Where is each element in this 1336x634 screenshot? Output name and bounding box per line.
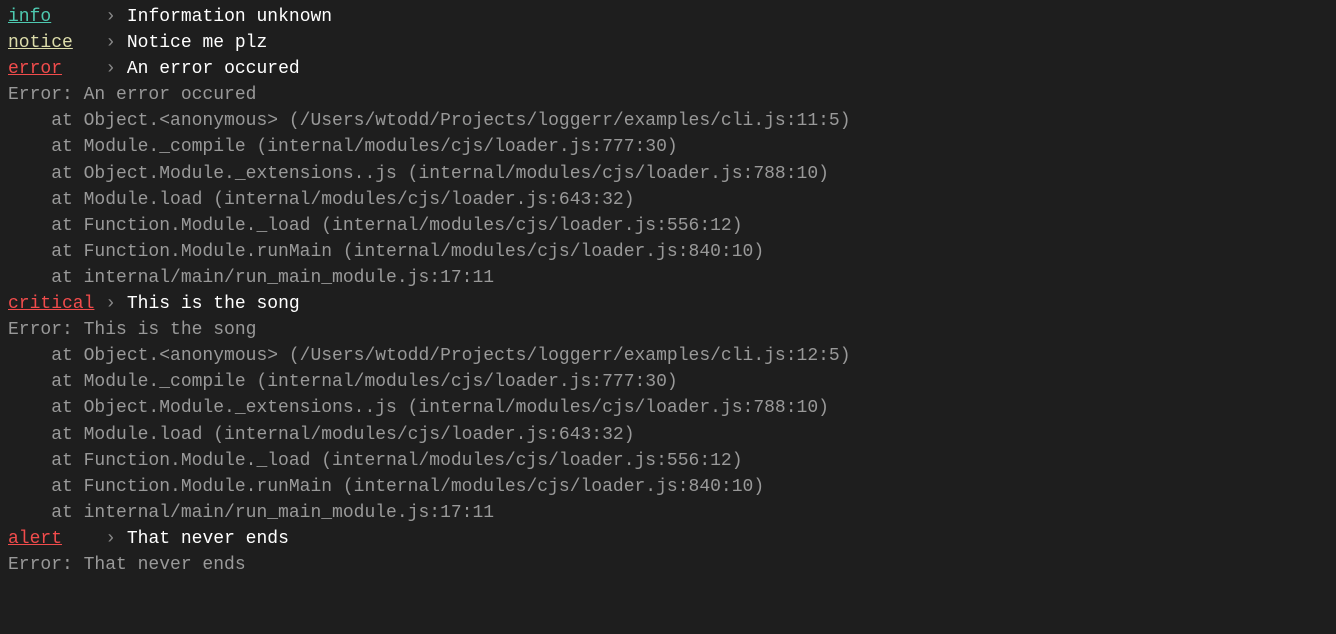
- log-entry: info › Information unknown: [8, 4, 1328, 30]
- stack-trace-line: at Object.Module._extensions..js (intern…: [8, 395, 1328, 421]
- arrow-icon: ›: [105, 529, 116, 549]
- log-level-alert: alert: [8, 526, 62, 552]
- log-entry: alert › That never ends: [8, 526, 1328, 552]
- arrow-icon: ›: [105, 294, 116, 314]
- stack-trace-line: at Object.<anonymous> (/Users/wtodd/Proj…: [8, 108, 1328, 134]
- log-entry: critical › This is the song: [8, 291, 1328, 317]
- arrow-icon: ›: [105, 59, 116, 79]
- log-level-critical: critical: [8, 291, 94, 317]
- stack-trace-line: at Object.<anonymous> (/Users/wtodd/Proj…: [8, 343, 1328, 369]
- log-message: Information unknown: [127, 7, 332, 27]
- log-message: This is the song: [127, 294, 300, 314]
- stack-trace-line: Error: An error occured: [8, 82, 1328, 108]
- log-message: Notice me plz: [127, 33, 267, 53]
- log-level-info: info: [8, 4, 51, 30]
- stack-trace-line: at internal/main/run_main_module.js:17:1…: [8, 265, 1328, 291]
- stack-trace-line: at Module._compile (internal/modules/cjs…: [8, 134, 1328, 160]
- arrow-icon: ›: [105, 33, 116, 53]
- stack-trace-line: at Function.Module.runMain (internal/mod…: [8, 474, 1328, 500]
- log-level-error: error: [8, 56, 62, 82]
- log-entry: notice › Notice me plz: [8, 30, 1328, 56]
- stack-trace-line: at Function.Module._load (internal/modul…: [8, 213, 1328, 239]
- stack-trace-line: at Module.load (internal/modules/cjs/loa…: [8, 187, 1328, 213]
- stack-trace-line: Error: That never ends: [8, 552, 1328, 578]
- stack-trace-line: at internal/main/run_main_module.js:17:1…: [8, 500, 1328, 526]
- terminal-output: info › Information unknownnotice › Notic…: [8, 4, 1328, 578]
- log-message: An error occured: [127, 59, 300, 79]
- stack-trace-line: Error: This is the song: [8, 317, 1328, 343]
- arrow-icon: ›: [105, 7, 116, 27]
- log-entry: error › An error occured: [8, 56, 1328, 82]
- stack-trace-line: at Module._compile (internal/modules/cjs…: [8, 369, 1328, 395]
- log-message: That never ends: [127, 529, 289, 549]
- stack-trace-line: at Function.Module.runMain (internal/mod…: [8, 239, 1328, 265]
- stack-trace-line: at Object.Module._extensions..js (intern…: [8, 161, 1328, 187]
- log-level-notice: notice: [8, 30, 73, 56]
- stack-trace-line: at Module.load (internal/modules/cjs/loa…: [8, 422, 1328, 448]
- stack-trace-line: at Function.Module._load (internal/modul…: [8, 448, 1328, 474]
